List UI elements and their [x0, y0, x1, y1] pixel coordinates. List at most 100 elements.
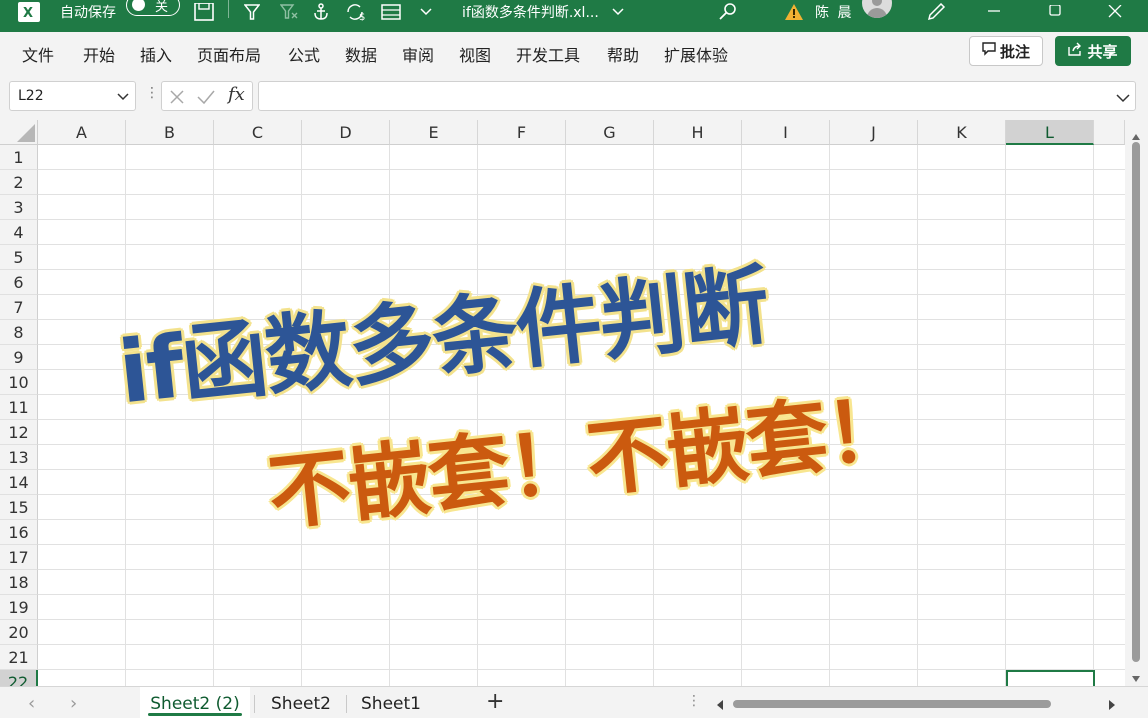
chevron-down-icon[interactable] — [420, 0, 432, 24]
column-header-i[interactable]: I — [742, 120, 830, 145]
vertical-scrollbar[interactable] — [1125, 120, 1148, 686]
comment-button[interactable]: 批注 — [969, 36, 1043, 66]
prev-sheet-icon[interactable]: ‹ — [28, 693, 35, 714]
add-sheet-button[interactable]: + — [486, 689, 504, 714]
vertical-scroll-thumb[interactable] — [1132, 142, 1140, 662]
column-header-j[interactable]: J — [830, 120, 918, 145]
avatar-head — [872, 0, 882, 6]
column-header-m[interactable] — [1094, 120, 1125, 145]
cancel-icon[interactable] — [169, 89, 185, 109]
row-header-4[interactable]: 4 — [0, 220, 38, 245]
column-header-e[interactable]: E — [390, 120, 478, 145]
formula-bar: L22 ⋮ fx — [0, 74, 1148, 120]
row-header-11[interactable]: 11 — [0, 395, 38, 420]
sheet-tab-3[interactable]: Sheet1 — [350, 687, 432, 718]
user-name[interactable]: 陈 晨 — [815, 0, 853, 24]
menu-data[interactable]: 数据 — [345, 42, 377, 66]
sheet-tab-1[interactable]: Sheet2 (2) — [140, 687, 250, 718]
menu-developer[interactable]: 开发工具 — [516, 42, 580, 66]
column-header-h[interactable]: H — [654, 120, 742, 145]
close-icon[interactable] — [1108, 0, 1122, 24]
search-icon[interactable] — [718, 0, 738, 24]
comment-icon — [982, 42, 996, 60]
column-header-f[interactable]: F — [478, 120, 566, 145]
minimize-icon[interactable] — [987, 0, 1001, 24]
clear-filter-icon[interactable] — [280, 0, 298, 24]
form-icon[interactable] — [381, 0, 401, 24]
row-header-7[interactable]: 7 — [0, 295, 38, 320]
sheet-tab-label: Sheet2 (2) — [150, 694, 240, 714]
menu-extensions[interactable]: 扩展体验 — [664, 42, 728, 66]
document-title[interactable]: if函数多条件判断.xl... — [462, 0, 599, 24]
horizontal-scroll-thumb[interactable] — [733, 700, 1051, 708]
warning-icon[interactable] — [784, 0, 804, 24]
avatar[interactable] — [862, 0, 892, 18]
chevron-down-icon[interactable] — [116, 88, 130, 107]
anchor-icon[interactable] — [312, 0, 330, 24]
next-sheet-icon[interactable]: › — [70, 693, 77, 714]
column-header-c[interactable]: C — [214, 120, 302, 145]
active-cell-l22[interactable] — [1006, 670, 1095, 686]
filter-icon[interactable] — [244, 0, 260, 24]
row-header-5[interactable]: 5 — [0, 245, 38, 270]
menu-formulas[interactable]: 公式 — [288, 42, 320, 66]
column-header-a[interactable]: A — [38, 120, 126, 145]
row-header-1[interactable]: 1 — [0, 145, 38, 170]
menu-insert[interactable]: 插入 — [140, 42, 172, 66]
row-header-15[interactable]: 15 — [0, 495, 38, 520]
refresh-dollar-icon[interactable]: $ — [346, 0, 368, 24]
column-header-b[interactable]: B — [126, 120, 214, 145]
row-header-21[interactable]: 21 — [0, 645, 38, 670]
menu-help[interactable]: 帮助 — [607, 42, 639, 66]
menu-file[interactable]: 文件 — [22, 42, 54, 66]
row-header-16[interactable]: 16 — [0, 520, 38, 545]
row-header-12[interactable]: 12 — [0, 420, 38, 445]
formula-input[interactable] — [258, 81, 1136, 111]
share-button[interactable]: 共享 — [1055, 36, 1131, 66]
row-header-8[interactable]: 8 — [0, 320, 38, 345]
column-header-g[interactable]: G — [566, 120, 654, 145]
menu-review[interactable]: 审阅 — [402, 42, 434, 66]
menu-home[interactable]: 开始 — [83, 42, 115, 66]
row-header-14[interactable]: 14 — [0, 470, 38, 495]
column-header-k[interactable]: K — [918, 120, 1006, 145]
row-header-3[interactable]: 3 — [0, 195, 38, 220]
name-box-value: L22 — [18, 88, 44, 104]
row-header-10[interactable]: 10 — [0, 370, 38, 395]
scroll-down-icon[interactable] — [1131, 668, 1141, 687]
insert-function-icon[interactable]: fx — [228, 84, 245, 105]
row-header-2[interactable]: 2 — [0, 170, 38, 195]
select-all-corner[interactable] — [0, 120, 38, 145]
title-chevron-icon[interactable] — [612, 0, 624, 24]
name-box[interactable]: L22 — [9, 81, 136, 111]
enter-icon[interactable] — [197, 89, 215, 109]
row-header-18[interactable]: 18 — [0, 570, 38, 595]
expand-formula-icon[interactable] — [1116, 88, 1130, 107]
row-header-20[interactable]: 20 — [0, 620, 38, 645]
row-header-13[interactable]: 13 — [0, 445, 38, 470]
share-icon — [1068, 42, 1083, 60]
sheet-tab-2[interactable]: Sheet2 — [258, 687, 344, 718]
pen-icon[interactable] — [926, 0, 948, 24]
menu-view[interactable]: 视图 — [459, 42, 491, 66]
save-icon[interactable] — [194, 0, 214, 24]
row-header-22[interactable]: 22 — [0, 670, 38, 686]
autosave-state: 关 — [155, 0, 169, 15]
row-header-6[interactable]: 6 — [0, 270, 38, 295]
row-header-9[interactable]: 9 — [0, 345, 38, 370]
row-header-17[interactable]: 17 — [0, 545, 38, 570]
scroll-right-icon[interactable] — [1108, 696, 1116, 715]
sheet-tab-bar: ‹ › Sheet2 (2) Sheet2 Sheet1 + ⋮ — [0, 686, 1148, 718]
comment-label: 批注 — [999, 42, 1030, 61]
more-options-icon[interactable]: ⋮ — [145, 85, 159, 101]
row-header-19[interactable]: 19 — [0, 595, 38, 620]
column-header-d[interactable]: D — [302, 120, 390, 145]
toolbar-divider — [228, 0, 229, 18]
scroll-left-icon[interactable] — [716, 696, 724, 715]
menu-page-layout[interactable]: 页面布局 — [197, 42, 261, 66]
tab-separator — [346, 695, 347, 713]
tab-splitter-icon[interactable]: ⋮ — [687, 693, 701, 709]
autosave-toggle[interactable]: 关 — [126, 0, 180, 16]
column-header-l[interactable]: L — [1006, 120, 1094, 145]
maximize-icon[interactable] — [1048, 0, 1062, 24]
